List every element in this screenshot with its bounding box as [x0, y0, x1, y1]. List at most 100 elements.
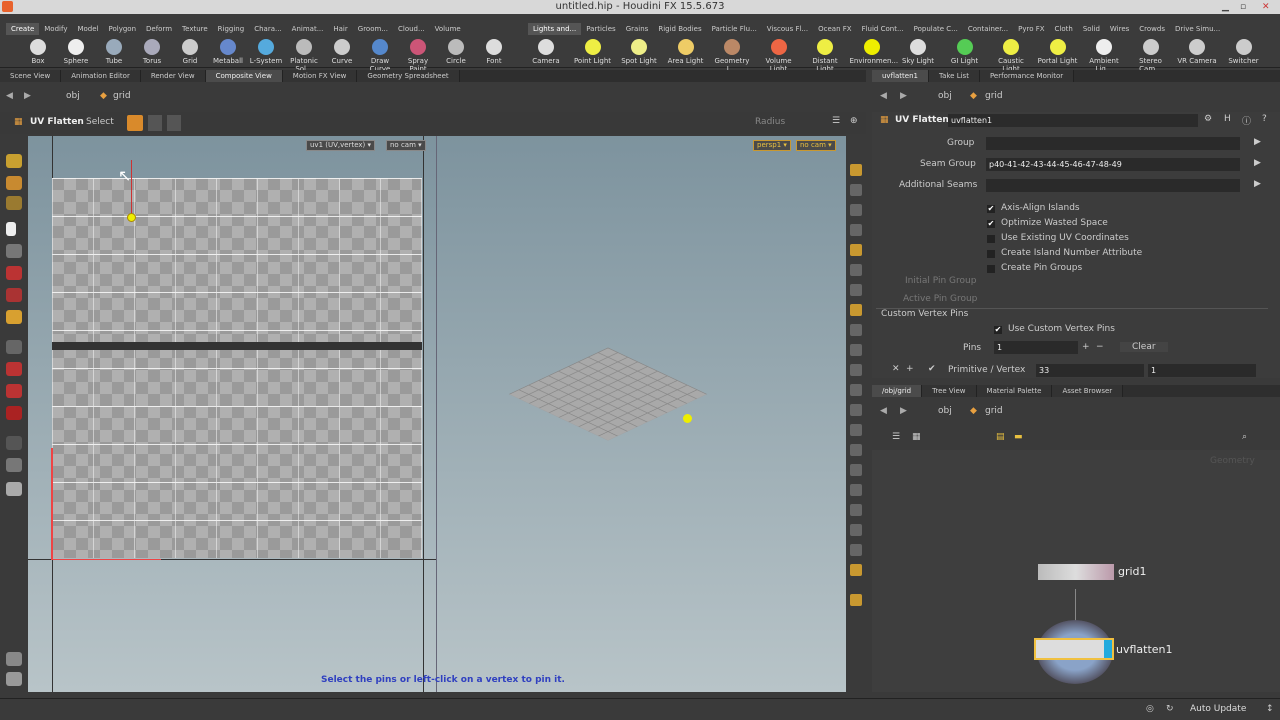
- path-node[interactable]: grid: [985, 402, 1003, 420]
- shelf-tab[interactable]: Texture: [177, 23, 213, 35]
- camera-icon[interactable]: [6, 436, 22, 450]
- pane-tab[interactable]: Take List: [928, 70, 980, 82]
- shelf-tool[interactable]: Spray Paint: [400, 38, 436, 73]
- sync-icon[interactable]: ◎: [1146, 704, 1154, 714]
- perspective-menu[interactable]: persp1 ▾: [753, 140, 791, 151]
- shelf-tool[interactable]: Caustic Light: [989, 38, 1033, 73]
- hand-icon[interactable]: [850, 484, 862, 496]
- transform-icon[interactable]: [6, 244, 22, 258]
- snap-icon[interactable]: [6, 340, 22, 354]
- pin-point[interactable]: [127, 213, 136, 222]
- shade-icon[interactable]: [850, 404, 862, 416]
- shelf-tool[interactable]: Volume Light: [757, 38, 801, 73]
- path-obj[interactable]: obj: [66, 87, 80, 105]
- path-obj[interactable]: obj: [938, 402, 952, 420]
- pane-tab[interactable]: uvflatten1: [872, 70, 929, 82]
- shelf-tool[interactable]: Sky Light: [896, 38, 940, 66]
- refresh-icon[interactable]: ↻: [1166, 704, 1174, 714]
- pane-tab[interactable]: Performance Monitor: [979, 70, 1075, 82]
- shelf-tab[interactable]: Drive Simu...: [1170, 23, 1225, 35]
- rotate-icon[interactable]: [6, 266, 22, 280]
- option-checkbox[interactable]: [987, 265, 995, 273]
- shelf-tool[interactable]: Environmen...: [850, 38, 898, 66]
- pane-tab[interactable]: Render View: [140, 70, 206, 82]
- uv-tool-icon[interactable]: [6, 310, 22, 324]
- shelf-tab[interactable]: Cloth: [1050, 23, 1078, 35]
- view-icon[interactable]: [6, 176, 22, 190]
- sculpt-icon[interactable]: [6, 652, 22, 666]
- shelf-tool[interactable]: Distant Light: [803, 38, 847, 73]
- gear-icon[interactable]: ⚙: [1204, 114, 1212, 124]
- shelf-tab[interactable]: Cloud...: [393, 23, 430, 35]
- viewport[interactable]: ↖ uv1 (UV,vertex) ▾ no cam ▾ persp1 ▾ no…: [28, 136, 846, 692]
- shelf-tool[interactable]: L-System: [248, 38, 284, 66]
- additional-seams-field[interactable]: [986, 179, 1240, 192]
- back-arrow-icon[interactable]: ◀: [880, 87, 887, 105]
- shelf-tool[interactable]: Area Light: [664, 38, 708, 66]
- handle-icon[interactable]: [6, 154, 22, 168]
- pin-point-3d[interactable]: [683, 414, 692, 423]
- snap-grid-icon[interactable]: [850, 304, 862, 316]
- pane-tab[interactable]: Material Palette: [976, 385, 1053, 397]
- forward-arrow-icon[interactable]: ▶: [900, 402, 907, 420]
- group-arrow-icon[interactable]: ▶: [1254, 137, 1261, 147]
- magnet-snap-icon[interactable]: [6, 406, 22, 420]
- remove-pin-button[interactable]: −: [1096, 342, 1104, 352]
- uvflatten-node[interactable]: [1034, 638, 1114, 660]
- vertex-field[interactable]: 1: [1148, 364, 1256, 377]
- shelf-tool[interactable]: Stereo Cam...: [1129, 38, 1173, 73]
- add-pin-button[interactable]: +: [1082, 342, 1090, 352]
- shelf-tab[interactable]: Chara...: [249, 23, 286, 35]
- display-flag-icon[interactable]: [1104, 640, 1112, 658]
- shelf-tool[interactable]: Curve: [324, 38, 360, 66]
- seam-group-field[interactable]: p40-41-42-43-44-45-46-47-48-49: [986, 158, 1240, 171]
- pin-icon[interactable]: [148, 115, 162, 131]
- shelf-tool[interactable]: Point Light: [571, 38, 615, 66]
- option-checkbox[interactable]: ✔: [987, 205, 995, 213]
- pane-tab[interactable]: Scene View: [0, 70, 62, 82]
- pins-count-field[interactable]: 1: [994, 341, 1078, 354]
- wire-icon[interactable]: [850, 424, 862, 436]
- shelf-tab[interactable]: Ocean FX: [813, 23, 856, 35]
- camera-view-icon[interactable]: [850, 594, 862, 606]
- option-checkbox[interactable]: ✔: [987, 220, 995, 228]
- light-icon[interactable]: [850, 204, 862, 216]
- shelf-tab[interactable]: Particles: [581, 23, 621, 35]
- display-options-icon[interactable]: ☰: [832, 116, 840, 126]
- magnet-icon[interactable]: [6, 362, 22, 376]
- option-checkbox[interactable]: [987, 235, 995, 243]
- search-icon[interactable]: ⌕: [1242, 432, 1247, 442]
- pane-tab[interactable]: Animation Editor: [61, 70, 141, 82]
- shelf-tool[interactable]: Grid: [172, 38, 208, 66]
- shelf-tool[interactable]: Ambient Lig...: [1082, 38, 1126, 73]
- shelf-tool[interactable]: Sphere: [58, 38, 94, 66]
- shelf-tab[interactable]: Populate C...: [909, 23, 963, 35]
- delete-pin-icon[interactable]: ✕: [892, 364, 900, 374]
- paint-icon[interactable]: [6, 196, 22, 210]
- table-icon[interactable]: ▦: [912, 432, 921, 442]
- shelf-tab[interactable]: Rigid Bodies: [653, 23, 706, 35]
- uv-attribute-menu[interactable]: uv1 (UV,vertex) ▾: [306, 140, 376, 151]
- pane-tab[interactable]: Asset Browser: [1052, 385, 1124, 397]
- scale-icon[interactable]: [6, 288, 22, 302]
- grid-3d[interactable]: [509, 347, 707, 441]
- clear-button[interactable]: Clear: [1120, 342, 1168, 352]
- seam-group-arrow-icon[interactable]: ▶: [1254, 158, 1261, 168]
- help-icon[interactable]: ?: [1262, 114, 1267, 124]
- shelf-tool[interactable]: Spot Light: [617, 38, 661, 66]
- network-editor[interactable]: ☰ ▦ ▤ ▬ ⌕ Geometry grid1 uvflatten1: [872, 424, 1280, 692]
- path-node[interactable]: grid: [113, 87, 131, 105]
- shelf-tab[interactable]: Volume: [430, 23, 466, 35]
- shelf-tab[interactable]: Rigging: [213, 23, 250, 35]
- shelf-tab[interactable]: Fluid Cont...: [857, 23, 909, 35]
- close-icon[interactable]: ✕: [1262, 0, 1270, 14]
- shelf-tool[interactable]: GI Light: [943, 38, 987, 66]
- shelf-tool[interactable]: VR Camera: [1175, 38, 1219, 66]
- forward-arrow-icon[interactable]: ▶: [24, 87, 31, 105]
- minimize-icon[interactable]: ▁: [1222, 0, 1229, 14]
- shelf-tab[interactable]: Solid: [1078, 23, 1105, 35]
- shelf-tool[interactable]: Platonic Sol...: [286, 38, 322, 73]
- shelf-tool[interactable]: Torus: [134, 38, 170, 66]
- grid-node[interactable]: [1038, 564, 1114, 580]
- insert-pin-icon[interactable]: +: [906, 364, 914, 374]
